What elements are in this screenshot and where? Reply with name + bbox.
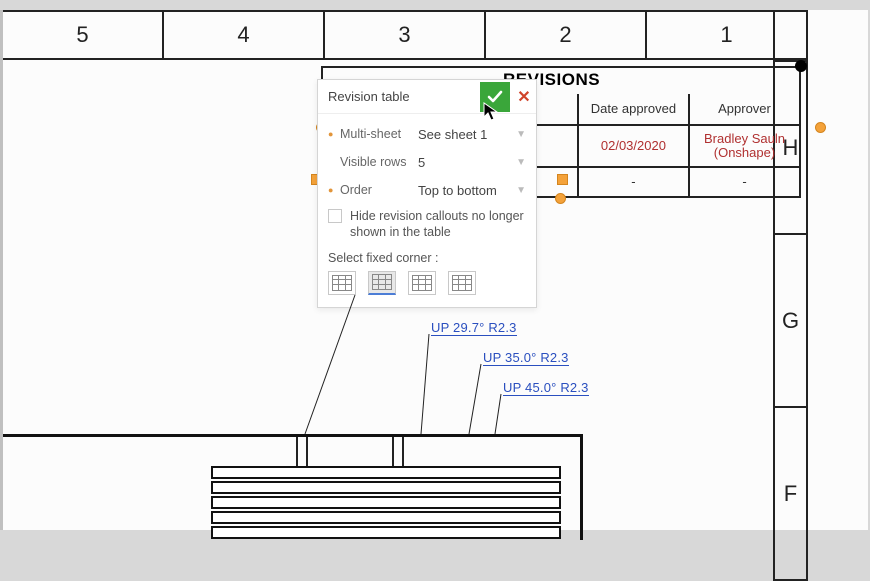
row-G: G xyxy=(775,235,806,408)
col-2: 2 xyxy=(486,12,647,58)
drawing-canvas[interactable]: 5 4 3 2 1 H G F REVISIONS Zone Rev Descr… xyxy=(0,10,868,530)
selection-handle-right[interactable] xyxy=(815,122,826,133)
selection-anchor-dot[interactable] xyxy=(795,60,807,72)
visible-rows-label: Visible rows xyxy=(340,155,418,169)
multi-sheet-dropdown[interactable]: See sheet 1▼ xyxy=(418,127,526,142)
multi-sheet-label: Multi-sheet xyxy=(340,127,418,141)
selection-handle-sq-mid[interactable] xyxy=(557,174,568,185)
col-4: 4 xyxy=(164,12,325,58)
column-header-bar: 5 4 3 2 1 xyxy=(3,10,808,60)
revision-table-panel: Revision table ✕ ● Multi-sheet See sheet… xyxy=(317,79,537,308)
fixed-corner-label: Select fixed corner : xyxy=(328,251,526,265)
order-dropdown[interactable]: Top to bottom▼ xyxy=(418,183,526,198)
col-3: 3 xyxy=(325,12,486,58)
rev-h-date: Date approved xyxy=(579,94,690,124)
hide-callouts-label: Hide revision callouts no longer shown i… xyxy=(350,208,526,241)
selection-handle-bottom[interactable] xyxy=(555,193,566,204)
dim-3[interactable]: UP 45.0° R2.3 xyxy=(503,380,589,396)
corner-top-left[interactable] xyxy=(328,271,356,295)
panel-title: Revision table xyxy=(318,89,480,104)
accept-button[interactable] xyxy=(480,82,510,112)
corner-bottom-right[interactable] xyxy=(448,271,476,295)
rev-h-approver: Approver xyxy=(690,94,799,124)
row-blank xyxy=(775,12,806,62)
corner-top-right[interactable] xyxy=(368,271,396,295)
visible-rows-dropdown[interactable]: 5▼ xyxy=(418,155,526,170)
col-5: 5 xyxy=(3,12,164,58)
corner-bottom-left[interactable] xyxy=(408,271,436,295)
dim-2[interactable]: UP 35.0° R2.3 xyxy=(483,350,569,366)
order-label: Order xyxy=(340,183,418,197)
hide-callouts-checkbox[interactable] xyxy=(328,209,342,223)
cancel-button[interactable]: ✕ xyxy=(512,82,536,112)
dim-1[interactable]: UP 29.7° R2.3 xyxy=(431,320,517,336)
row-F: F xyxy=(775,408,806,581)
